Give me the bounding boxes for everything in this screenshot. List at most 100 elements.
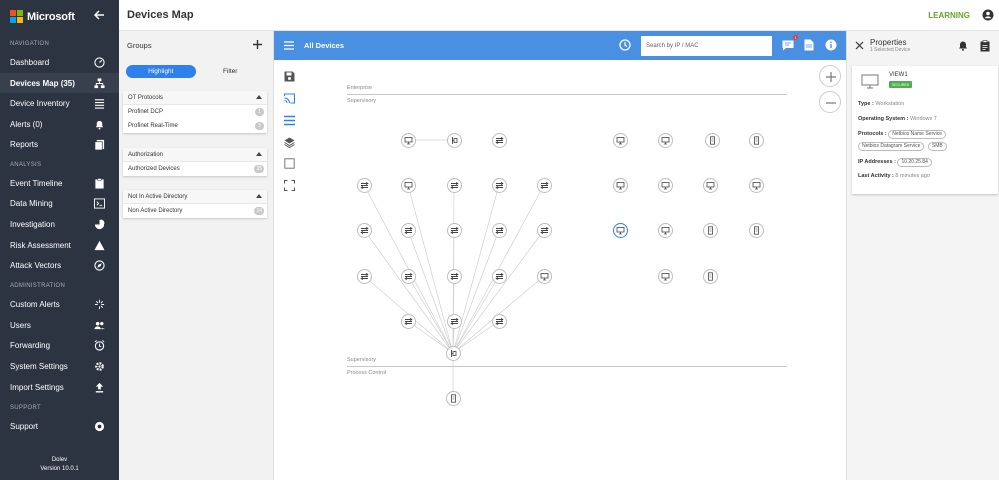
switch-device-node[interactable] bbox=[400, 313, 416, 329]
sidebar-item-attack-vectors[interactable]: Attack Vectors bbox=[0, 255, 119, 275]
bus-device-node[interactable] bbox=[446, 132, 462, 148]
document-icon[interactable] bbox=[804, 39, 814, 51]
sidebar-item-investigation[interactable]: Investigation bbox=[0, 214, 119, 234]
monitor-device-node[interactable] bbox=[748, 177, 764, 193]
sidebar-item-dashboard[interactable]: Dashboard bbox=[0, 52, 119, 72]
monitor-device-node[interactable] bbox=[657, 177, 673, 193]
sidebar-item-system-settings[interactable]: System Settings bbox=[0, 356, 119, 376]
sidebar-item-data-mining[interactable]: Data Mining bbox=[0, 193, 119, 213]
select-area-icon[interactable] bbox=[284, 158, 295, 169]
sidebar-item-reports[interactable]: Reports bbox=[0, 134, 119, 154]
switch-device-node[interactable] bbox=[446, 177, 462, 193]
monitor-device-node[interactable] bbox=[657, 132, 673, 148]
protocol-tag[interactable]: SMB bbox=[927, 142, 947, 151]
monitor-device-node[interactable] bbox=[657, 268, 673, 284]
monitor-device-node[interactable] bbox=[612, 177, 628, 193]
group-row[interactable]: Non Active Directory 14 bbox=[123, 204, 267, 218]
users-icon bbox=[94, 321, 105, 330]
microsoft-logo[interactable]: Microsoft bbox=[10, 10, 75, 23]
search-input[interactable]: Search by IP / MAC bbox=[641, 36, 772, 56]
plc-icon bbox=[450, 393, 456, 403]
clock-icon[interactable] bbox=[619, 39, 631, 51]
plc-device-node[interactable] bbox=[704, 132, 720, 148]
monitor-device-node[interactable] bbox=[612, 132, 628, 148]
group-row[interactable]: Profinet DCP 1 bbox=[123, 105, 267, 119]
bus-device-node[interactable] bbox=[445, 345, 461, 361]
switch-device-node[interactable] bbox=[356, 268, 372, 284]
switch-device-node[interactable] bbox=[491, 177, 507, 193]
zoom-out-button[interactable] bbox=[819, 91, 841, 113]
clipboard-icon[interactable] bbox=[980, 40, 990, 52]
plc-device-node[interactable] bbox=[445, 390, 461, 406]
collapse-caret-icon[interactable] bbox=[256, 152, 262, 156]
group-card-ot-protocols: OT Protocols Profinet DCP 1 Profinet Rea… bbox=[123, 91, 267, 133]
bell-icon[interactable] bbox=[958, 40, 968, 51]
filter-toggle-button[interactable]: Filter bbox=[196, 65, 266, 78]
sidebar-item-import-settings[interactable]: Import Settings bbox=[0, 377, 119, 397]
switch-device-node[interactable] bbox=[536, 222, 552, 238]
switch-device-node[interactable] bbox=[491, 132, 507, 148]
switch-device-node[interactable] bbox=[491, 222, 507, 238]
protocol-tag[interactable]: Netbios Name Service bbox=[888, 130, 947, 139]
switch-device-node[interactable] bbox=[356, 177, 372, 193]
monitor-device-node[interactable] bbox=[702, 177, 718, 193]
switch-device-node[interactable] bbox=[400, 222, 416, 238]
highlight-toggle-button[interactable]: Highlight bbox=[126, 65, 196, 78]
group-card-header[interactable]: OT Protocols bbox=[123, 91, 267, 105]
collapse-caret-icon[interactable] bbox=[256, 95, 262, 99]
ip-address-tag[interactable]: 10.20.25.84 bbox=[897, 158, 932, 167]
add-group-icon[interactable] bbox=[252, 39, 263, 50]
switch-device-node[interactable] bbox=[446, 268, 462, 284]
user-account-icon[interactable] bbox=[982, 9, 994, 21]
sidebar-item-label: Risk Assessment bbox=[10, 240, 71, 250]
switch-device-node[interactable] bbox=[400, 268, 416, 284]
monitor-device-node[interactable] bbox=[612, 222, 628, 238]
sidebar-item-risk-assessment[interactable]: Risk Assessment bbox=[0, 235, 119, 255]
sidebar-item-devices-map[interactable]: Devices Map (35) bbox=[0, 73, 119, 93]
sidebar-item-event-timeline[interactable]: Event Timeline bbox=[0, 173, 119, 193]
monitor-device-node[interactable] bbox=[657, 222, 673, 238]
plc-device-node[interactable] bbox=[702, 268, 718, 284]
collapse-caret-icon[interactable] bbox=[256, 194, 262, 198]
device-map-canvas[interactable]: Enterprise Supervisory Supervisory Proce… bbox=[274, 60, 846, 480]
switch-device-node[interactable] bbox=[356, 222, 372, 238]
sidebar-item-custom-alerts[interactable]: Custom Alerts bbox=[0, 294, 119, 314]
rows-icon[interactable] bbox=[284, 115, 295, 126]
switch-device-node[interactable] bbox=[446, 313, 462, 329]
layers-icon[interactable] bbox=[284, 137, 295, 148]
group-card-header[interactable]: Not In Active Directory bbox=[123, 190, 267, 204]
protocol-tag[interactable]: Netbios Datagram Service bbox=[858, 142, 925, 151]
arrow-left-icon[interactable] bbox=[92, 8, 106, 22]
sidebar-item-support[interactable]: Support bbox=[0, 416, 119, 436]
sidebar-item-alerts[interactable]: Alerts (0) bbox=[0, 114, 119, 134]
learning-mode-button[interactable]: LEARNING bbox=[928, 11, 970, 20]
zoom-in-button[interactable] bbox=[819, 65, 841, 87]
plc-device-node[interactable] bbox=[748, 132, 764, 148]
fullscreen-icon[interactable] bbox=[284, 180, 295, 191]
switch-device-node[interactable] bbox=[491, 268, 507, 284]
monitor-icon bbox=[616, 136, 624, 144]
switch-device-node[interactable] bbox=[491, 313, 507, 329]
group-row[interactable]: Profinet Real-Time 3 bbox=[123, 119, 267, 133]
sidebar-item-users[interactable]: Users bbox=[0, 315, 119, 335]
cast-icon[interactable] bbox=[284, 93, 295, 104]
group-row[interactable]: Authorized Devices 35 bbox=[123, 162, 267, 176]
monitor-device-node[interactable] bbox=[400, 132, 416, 148]
sidebar-item-forwarding[interactable]: Forwarding bbox=[0, 335, 119, 355]
switch-device-node[interactable] bbox=[536, 177, 552, 193]
save-icon[interactable] bbox=[284, 71, 295, 82]
plc-device-node[interactable] bbox=[748, 222, 764, 238]
plc-icon bbox=[707, 225, 713, 235]
info-icon[interactable] bbox=[825, 39, 837, 51]
monitor-device-node[interactable] bbox=[400, 177, 416, 193]
plc-icon bbox=[709, 135, 715, 145]
sidebar-item-device-inventory[interactable]: Device Inventory bbox=[0, 93, 119, 113]
switch-device-node[interactable] bbox=[446, 222, 462, 238]
group-card-header[interactable]: Authorization bbox=[123, 148, 267, 162]
plc-device-node[interactable] bbox=[702, 222, 718, 238]
notification-badge: 1 bbox=[793, 35, 798, 40]
menu-icon[interactable] bbox=[284, 41, 294, 50]
monitor-device-node[interactable] bbox=[536, 268, 552, 284]
message-icon[interactable] bbox=[782, 40, 794, 51]
close-icon[interactable] bbox=[855, 41, 864, 50]
